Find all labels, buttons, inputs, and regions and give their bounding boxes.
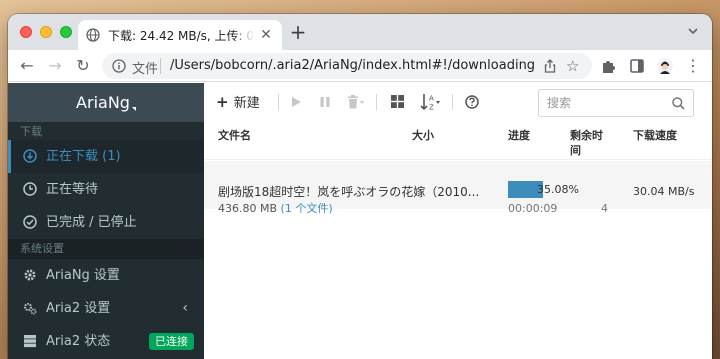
chevron-left-icon: ‹ xyxy=(182,300,188,316)
tab-strip: 下载: 24.42 MB/s, 上传: 0.00 B/s ✕ + xyxy=(8,14,712,50)
app-logo[interactable]: AriaNg xyxy=(8,93,204,112)
profile-icon[interactable] xyxy=(656,57,674,75)
share-icon[interactable] xyxy=(542,58,558,74)
ariang-app: AriaNg 下载 正在下载 (1) 正在等待 已完成 / 已停止 系统设置 A… xyxy=(8,83,712,359)
brand-name: AriaNg xyxy=(76,93,130,112)
divider xyxy=(204,159,712,160)
main-content: + 新建 A Z 搜索 文件名 大小 进度 剩余时 间 下载速度 剧场版18超时… xyxy=(204,83,712,359)
pause-icon[interactable] xyxy=(319,96,331,108)
column-header-remaining[interactable]: 剩余时 xyxy=(570,129,603,142)
close-icon[interactable]: ✕ xyxy=(258,27,274,43)
search-input[interactable] xyxy=(547,94,667,112)
gear-icon xyxy=(24,269,36,281)
divider xyxy=(452,94,453,110)
trash-icon[interactable] xyxy=(347,95,365,109)
sidepanel-icon[interactable] xyxy=(628,57,646,75)
divider xyxy=(376,94,377,110)
browser-toolbar: ← → ↻ 文件 /Users/bobcorn/.aria2/AriaNg/in… xyxy=(8,50,712,82)
sidebar: AriaNg 下载 正在下载 (1) 正在等待 已完成 / 已停止 系统设置 A… xyxy=(8,83,204,359)
task-size-value: 436.80 MB xyxy=(218,202,278,215)
sidebar-item-label: 正在下载 (1) xyxy=(46,149,121,164)
new-tab-button[interactable]: + xyxy=(288,22,308,43)
browser-window: 下载: 24.42 MB/s, 上传: 0.00 B/s ✕ + ← → ↻ 文… xyxy=(8,14,712,359)
window-minimize-button[interactable] xyxy=(40,26,52,38)
download-speed: 30.04 MB/s xyxy=(633,185,695,198)
menu-icon[interactable]: ⋮ xyxy=(682,55,704,77)
status-badge: 已连接 xyxy=(149,333,194,350)
grid-icon[interactable] xyxy=(391,95,404,108)
table-row[interactable]: 剧场版18超时空！岚を呼ぶオラの花嫁（2010... 436.80 MB (1 … xyxy=(204,161,712,215)
plus-icon: + xyxy=(216,93,234,111)
scheme-label: 文件 xyxy=(132,62,159,77)
forward-button[interactable]: → xyxy=(44,55,66,77)
sort-icon[interactable]: A Z xyxy=(420,93,442,111)
column-header-progress[interactable]: 进度 xyxy=(508,129,530,142)
sidebar-item-label: Aria2 设置 xyxy=(46,301,111,316)
check-circle-icon xyxy=(23,215,37,229)
sidebar-item-label: Aria2 状态 xyxy=(46,334,111,349)
reload-button[interactable]: ↻ xyxy=(72,55,94,77)
search-box xyxy=(538,89,694,117)
sidebar-item-label: AriaNg 设置 xyxy=(46,268,120,283)
sidebar-item-aria2-settings[interactable]: Aria2 设置 ‹ xyxy=(8,292,204,325)
sidebar-header: AriaNg xyxy=(8,83,204,122)
info-icon[interactable] xyxy=(112,59,126,73)
star-icon[interactable]: ☆ xyxy=(566,57,579,75)
window-maximize-button[interactable] xyxy=(60,26,72,38)
svg-text:Z: Z xyxy=(429,104,434,112)
divider xyxy=(160,58,161,74)
browser-tab[interactable]: 下载: 24.42 MB/s, 上传: 0.00 B/s ✕ xyxy=(78,20,282,50)
url-text[interactable]: /Users/bobcorn/.aria2/AriaNg/index.html#… xyxy=(170,58,535,73)
caret-icon xyxy=(131,107,136,111)
search-icon[interactable] xyxy=(672,97,685,110)
section-header-settings: 系统设置 xyxy=(8,239,204,259)
server-icon xyxy=(24,335,36,348)
task-size: 436.80 MB (1 个文件) xyxy=(218,200,333,216)
progress-text: 35.08% xyxy=(537,183,579,196)
new-task-button[interactable]: + 新建 xyxy=(216,92,260,112)
gears-icon xyxy=(24,303,37,315)
tab-title: 下载: 24.42 MB/s, 上传: 0.00 B/s xyxy=(108,29,254,43)
column-header-remaining-line2: 间 xyxy=(570,144,581,157)
play-icon[interactable] xyxy=(290,96,302,108)
progress-bar: 35.08% xyxy=(508,181,608,198)
sidebar-item-ariang-settings[interactable]: AriaNg 设置 xyxy=(8,259,204,292)
window-close-button[interactable] xyxy=(20,26,32,38)
back-button[interactable]: ← xyxy=(16,55,38,77)
task-files-link[interactable]: (1 个文件) xyxy=(281,202,333,215)
task-name[interactable]: 剧场版18超时空！岚を呼ぶオラの花嫁（2010... xyxy=(218,183,480,200)
sidebar-item-downloading[interactable]: 正在下载 (1) xyxy=(8,140,204,173)
help-icon[interactable] xyxy=(465,95,479,109)
elapsed-time: 00:00:09 xyxy=(508,202,558,215)
column-header-speed[interactable]: 下载速度 xyxy=(633,129,677,142)
sidebar-item-label: 正在等待 xyxy=(46,182,99,197)
new-task-label: 新建 xyxy=(233,96,260,111)
sidebar-item-aria2-status[interactable]: Aria2 状态 已连接 xyxy=(8,325,204,358)
address-bar[interactable]: 文件 /Users/bobcorn/.aria2/AriaNg/index.ht… xyxy=(102,53,592,79)
svg-text:A: A xyxy=(429,95,434,103)
sidebar-item-label: 已完成 / 已停止 xyxy=(46,215,137,230)
divider xyxy=(278,94,279,110)
clock-icon xyxy=(23,182,37,196)
column-header-name[interactable]: 文件名 xyxy=(218,129,251,142)
task-toolbar: + 新建 A Z xyxy=(204,83,712,122)
chevron-down-icon[interactable] xyxy=(686,24,700,38)
section-header-download: 下载 xyxy=(8,122,204,142)
connection-count: 4 xyxy=(601,202,608,215)
globe-icon xyxy=(86,28,100,42)
column-header-size[interactable]: 大小 xyxy=(412,129,434,142)
download-circle-icon xyxy=(23,149,37,163)
sidebar-item-stopped[interactable]: 已完成 / 已停止 xyxy=(8,206,204,239)
sidebar-item-waiting[interactable]: 正在等待 xyxy=(8,173,204,206)
puzzle-icon[interactable] xyxy=(600,57,618,75)
